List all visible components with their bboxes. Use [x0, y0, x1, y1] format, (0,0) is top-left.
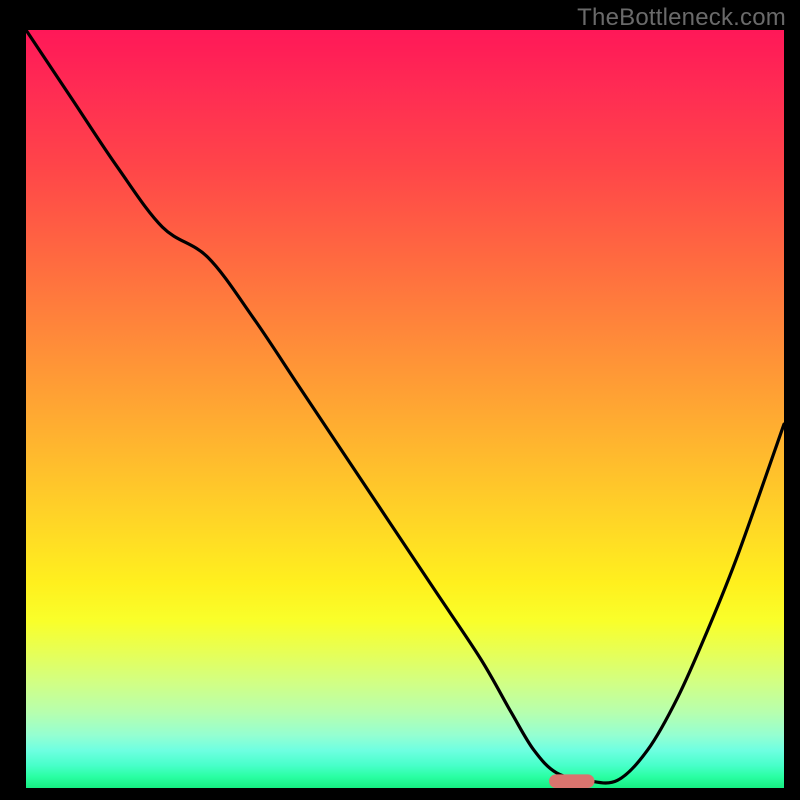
- chart-svg-overlay: [26, 30, 784, 788]
- optimum-marker: [549, 774, 594, 788]
- bottleneck-curve: [26, 30, 784, 783]
- chart-plot-area: [26, 30, 784, 788]
- watermark-text: TheBottleneck.com: [577, 4, 786, 32]
